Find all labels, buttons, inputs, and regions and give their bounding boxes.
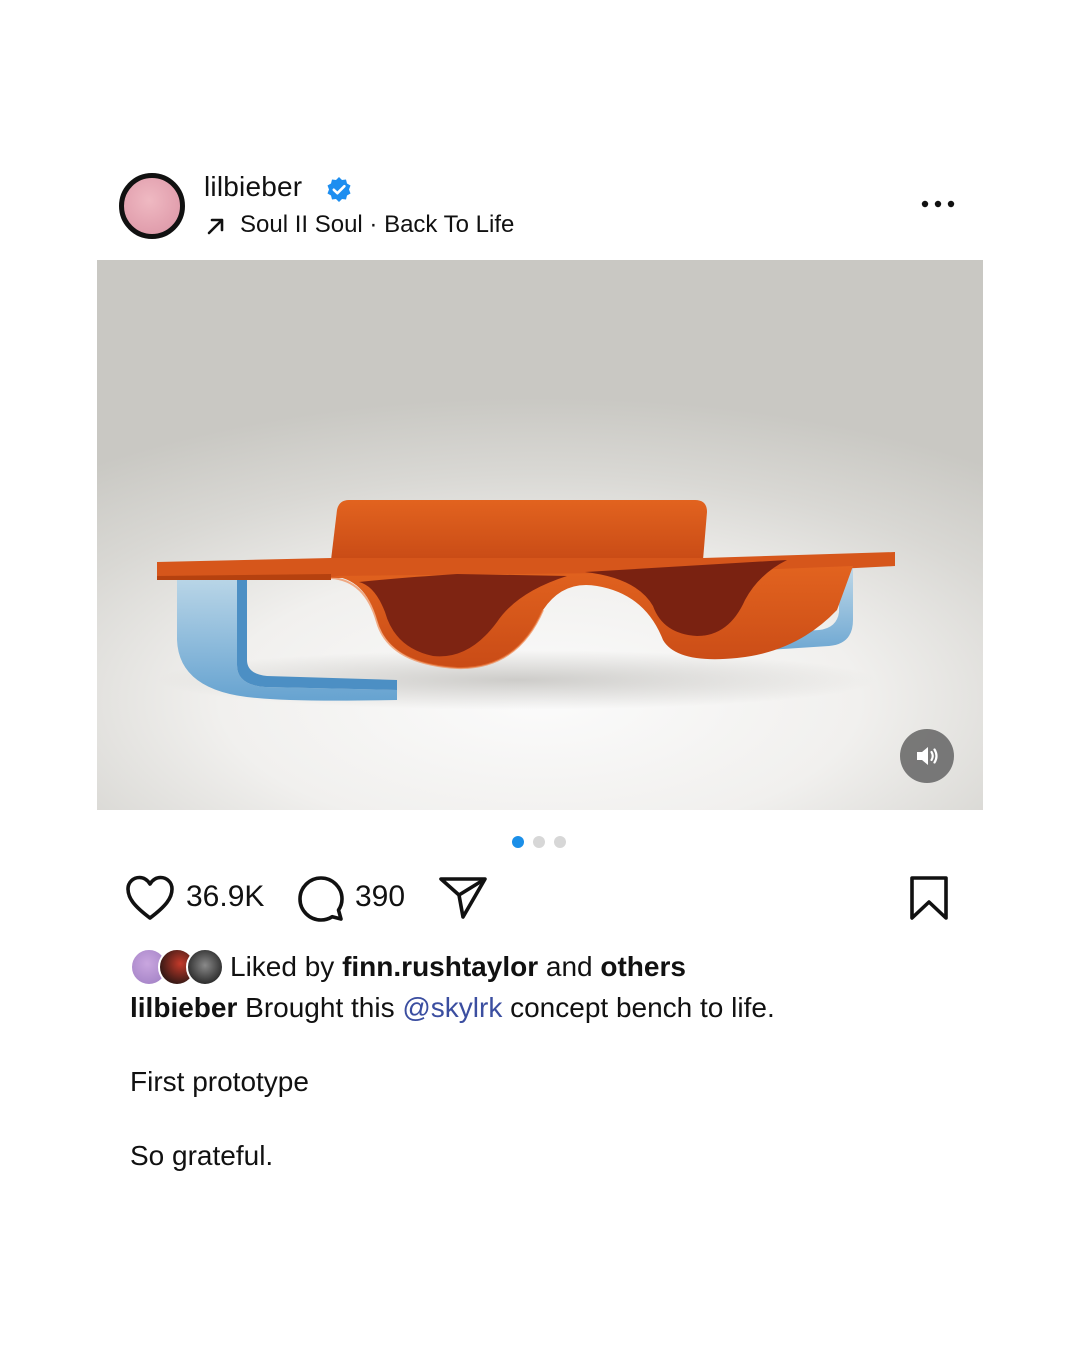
caption-line-1: lilbieber Brought this @skylrk concept b… xyxy=(130,992,775,1024)
caption-text-after: concept bench to life. xyxy=(510,992,775,1023)
share-send-icon[interactable] xyxy=(438,874,488,922)
comment-icon[interactable] xyxy=(296,874,346,924)
liked-by-and: and xyxy=(545,951,593,982)
liked-by-user[interactable]: finn.rushtaylor xyxy=(342,951,538,982)
liked-by-text[interactable]: Liked by finn.rushtaylor and others xyxy=(230,951,686,983)
liked-by-avatars[interactable] xyxy=(130,948,224,986)
post-card: lilbieber Soul II Soul · Back To Life 36… xyxy=(0,0,1080,1346)
caption-mention[interactable]: @skylrk xyxy=(402,992,502,1023)
profile-avatar[interactable] xyxy=(119,173,185,239)
more-horizontal-icon[interactable] xyxy=(918,192,958,216)
comments-count[interactable]: 390 xyxy=(355,880,405,914)
like-heart-icon[interactable] xyxy=(124,874,176,922)
liked-by-prefix: Liked by xyxy=(230,951,335,982)
post-media[interactable] xyxy=(97,260,983,810)
bench-image xyxy=(157,500,895,710)
liker-avatar xyxy=(186,948,224,986)
caption-text-before: Brought this xyxy=(245,992,395,1023)
bookmark-icon[interactable] xyxy=(908,874,950,922)
caption-line-3: So grateful. xyxy=(130,1140,274,1171)
carousel-dot-3[interactable] xyxy=(554,836,566,848)
carousel-dot-1[interactable] xyxy=(512,836,524,848)
post-username[interactable]: lilbieber xyxy=(204,171,302,203)
likes-count[interactable]: 36.9K xyxy=(186,880,264,914)
caption-line-2: First prototype xyxy=(130,1066,309,1097)
carousel-dot-2[interactable] xyxy=(533,836,545,848)
verified-badge-icon xyxy=(327,177,351,202)
volume-icon xyxy=(917,747,938,765)
caption-username[interactable]: lilbieber xyxy=(130,992,237,1023)
arrow-up-right-icon xyxy=(207,218,224,235)
mute-button[interactable] xyxy=(900,729,954,783)
liked-by-others[interactable]: others xyxy=(600,951,686,982)
audio-label: Soul II Soul · Back To Life xyxy=(240,211,515,238)
